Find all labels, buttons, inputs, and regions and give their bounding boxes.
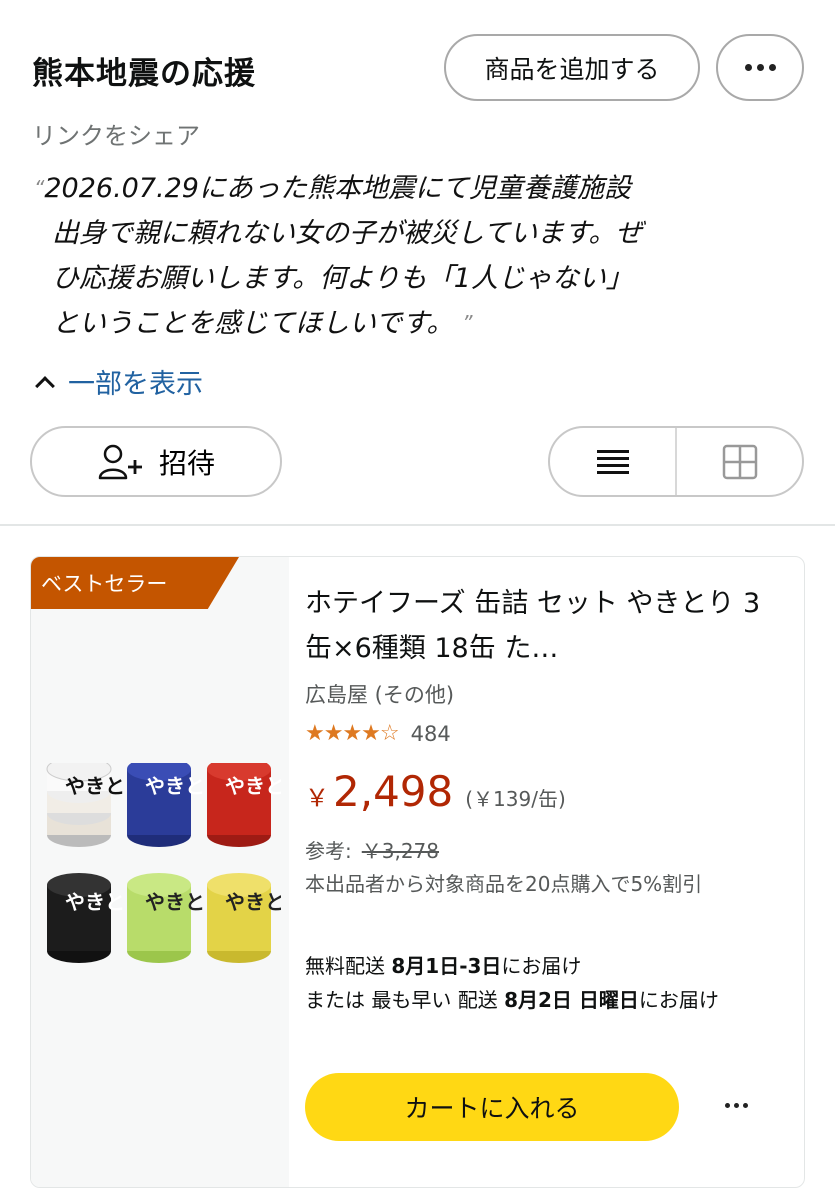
delivery-label: 無料配送: [305, 954, 392, 978]
seller-name: 広島屋 (その他): [305, 683, 455, 707]
invite-button[interactable]: 招待: [30, 426, 282, 497]
list-description: “2026.07.29にあった熊本地震にて児童養護施設 出身で親に頼れない女の子…: [34, 166, 794, 346]
price-amount: 2,498: [333, 767, 454, 816]
delivery-suffix: にお届け: [501, 954, 582, 978]
page-title: 熊本地震の応援: [32, 56, 256, 92]
open-quote: “: [34, 176, 45, 200]
bestseller-badge: ベストセラー: [31, 557, 239, 609]
grid-icon: [722, 444, 757, 479]
item-options-button[interactable]: [725, 1103, 748, 1108]
product-image-panel[interactable]: ベストセラー やきとり やきとり やき やきとり やきとり やき: [31, 557, 289, 1187]
description-line: ということを感じてほしいです。: [52, 308, 454, 339]
description-line: 2026.07.29にあった熊本地震にて児童養護施設: [44, 173, 631, 204]
list-view-button[interactable]: [550, 428, 675, 495]
view-toggle: [548, 426, 804, 497]
reference-label: 参考:: [305, 839, 352, 863]
show-less-label: 一部を表示: [68, 369, 203, 400]
reference-price-value: ￥3,278: [361, 839, 440, 863]
delivery-date: 8月1日-3日: [391, 954, 502, 978]
show-less-link[interactable]: 一部を表示: [32, 362, 203, 401]
ellipsis-icon: [725, 1103, 730, 1108]
can-label: やきとり: [225, 890, 281, 914]
fastest-delivery-label: または 最も早い 配送: [305, 988, 505, 1012]
add-item-button[interactable]: 商品を追加する: [444, 34, 700, 101]
fastest-delivery-suffix: にお届け: [638, 988, 719, 1012]
product-title-link[interactable]: ホテイフーズ 缶詰 セット やきとり 3缶×6種類 18缶 た…: [305, 581, 785, 671]
more-options-button[interactable]: [716, 34, 804, 101]
list-icon: [596, 449, 629, 474]
invite-label: 招待: [158, 447, 215, 479]
delivery-info: 無料配送 8月1日-3日にお届け または 最も早い 配送 8月2日 日曜日にお届…: [305, 949, 775, 1017]
add-to-cart-button[interactable]: カートに入れる: [305, 1073, 679, 1141]
star-rating-icon: ★★★★☆: [305, 721, 400, 746]
description-line: 出身で親に頼れない女の子が被災しています。ぜ: [52, 218, 643, 249]
review-count: 484: [410, 721, 451, 746]
share-link[interactable]: リンクをシェア: [32, 116, 200, 151]
reference-price: 参考: ￥3,278: [305, 835, 439, 864]
ellipsis-icon: [744, 64, 752, 71]
section-divider: [0, 524, 835, 526]
rating[interactable]: ★★★★☆ 484: [305, 721, 451, 746]
fastest-delivery-date: 8月2日 日曜日: [504, 988, 639, 1012]
grid-view-button[interactable]: [675, 428, 802, 495]
can-label: やきとり: [225, 774, 281, 798]
promotion-text: 本出品者から対象商品を20点購入で5%割引: [305, 872, 703, 896]
close-quote: ”: [462, 311, 473, 335]
description-line: ひ応援お願いします。何よりも「1人じゃない」: [52, 263, 633, 294]
chevron-up-icon: [35, 375, 55, 396]
currency-symbol: ￥: [305, 784, 329, 812]
product-image: やきとり やきとり やきとり やきとり: [46, 763, 281, 963]
add-person-icon: [98, 444, 142, 479]
product-card: ベストセラー やきとり やきとり やき やきとり やきとり やき ホテイフーズ …: [30, 556, 805, 1188]
price: ￥ 2,498 (￥139/缶): [305, 767, 566, 816]
unit-price: (￥139/缶): [465, 787, 566, 811]
